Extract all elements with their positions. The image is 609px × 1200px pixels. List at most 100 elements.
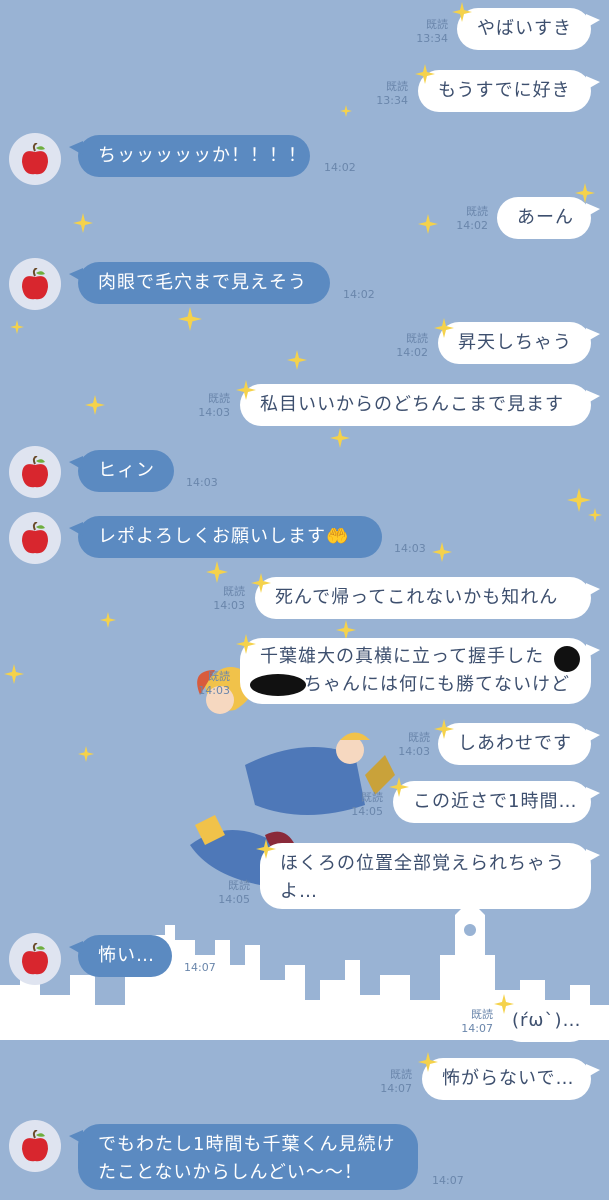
message-text: この近さで1時間… [413, 791, 578, 812]
message-meta: 既読 14:05 [333, 791, 383, 819]
sparkle-icon [494, 994, 514, 1014]
timestamp: 14:02 [324, 161, 356, 174]
sparkle-icon [256, 839, 276, 859]
message-bubble[interactable]: 私目いいからのどちんこまで見ます [240, 384, 600, 426]
sparkle-icon [415, 64, 435, 84]
message-received: ヒィン 14:03 [0, 446, 609, 498]
read-receipt: 既読 [406, 332, 428, 345]
message-text: 昇天しちゃう [458, 332, 572, 353]
message-text: 私目いいからのどちんこまで見ます [260, 394, 564, 415]
message-sent: 既読 13:34 もうすでに好き [0, 64, 609, 112]
message-text: レポよろしくお願いします🤲 [98, 526, 350, 547]
timestamp: 14:03 [394, 542, 426, 555]
message-text: もうすでに好き [438, 80, 571, 101]
timestamp: 14:07 [184, 961, 216, 974]
timestamp: 14:05 [218, 893, 250, 906]
read-receipt: 既読 [426, 18, 448, 31]
message-text: やばいすき [477, 18, 572, 39]
message-bubble[interactable]: ちッッッッッか！！！！ [69, 135, 310, 177]
message-bubble[interactable]: 肉眼で毛穴まで見えそう [69, 262, 330, 304]
sparkle-icon [434, 318, 454, 338]
message-text: (ŕωˋ)… [512, 1010, 582, 1031]
message-bubble[interactable]: ヒィン [69, 450, 174, 492]
redaction-scribble [554, 646, 580, 672]
message-meta: 既読 14:07 [443, 1008, 493, 1036]
timestamp: 14:02 [396, 346, 428, 359]
message-text-line: ちゃんには何にも勝てないけど [304, 674, 570, 695]
contact-avatar[interactable] [9, 512, 61, 564]
message-sent: 既読 13:34 やばいすき [0, 2, 609, 50]
sparkle-icon [434, 719, 454, 739]
message-sent: 既読 14:03 私目いいからのどちんこまで見ます [0, 380, 609, 426]
message-bubble[interactable]: 昇天しちゃう [438, 322, 600, 364]
message-bubble[interactable]: でもわたし1時間も千葉くん見続けたことないからしんどい〜〜！ [69, 1124, 418, 1190]
chat-view[interactable]: 既読 13:34 やばいすき 既読 13:34 もうすでに好き ちッッッッッか！… [0, 0, 609, 1200]
message-received: ちッッッッッか！！！！ 14:02 [0, 133, 609, 185]
message-bubble[interactable]: 怖い… [69, 935, 172, 977]
read-receipt: 既読 [471, 1008, 493, 1021]
apple-icon [22, 143, 48, 175]
apple-icon [22, 456, 48, 488]
apple-icon [22, 268, 48, 300]
message-meta: 既読 14:02 [440, 205, 488, 233]
message-sent: 既読 14:03 死んで帰ってこれないかも知れん [0, 573, 609, 619]
apple-icon [22, 1130, 48, 1162]
message-bubble[interactable]: やばいすき [457, 8, 600, 50]
read-receipt: 既読 [408, 731, 430, 744]
message-bubble[interactable]: 死んで帰ってこれないかも知れん [255, 577, 600, 619]
message-meta: 既読 14:03 [180, 392, 230, 420]
redaction-scribble [250, 674, 306, 696]
message-meta: 既読 14:05 [200, 879, 250, 907]
timestamp: 14:07 [380, 1082, 412, 1095]
timestamp: 14:05 [351, 805, 383, 818]
contact-avatar[interactable] [9, 1120, 61, 1172]
sparkle-icon [251, 573, 271, 593]
read-receipt: 既読 [386, 80, 408, 93]
message-meta: 既読 14:02 [378, 332, 428, 360]
timestamp: 14:02 [456, 219, 488, 232]
message-meta: 既読 13:34 [400, 18, 448, 46]
message-bubble[interactable]: 怖がらないで… [422, 1058, 600, 1100]
message-bubble[interactable]: ほくろの位置全部覚えられちゃうよ… [260, 843, 600, 909]
contact-avatar[interactable] [9, 933, 61, 985]
read-receipt: 既読 [208, 670, 230, 683]
sparkle-icon [330, 428, 350, 448]
message-bubble[interactable]: あーん [497, 197, 600, 239]
message-text: しあわせです [458, 733, 572, 754]
timestamp: 14:03 [398, 745, 430, 758]
message-sent: 既読 14:03 しあわせです [0, 719, 609, 765]
message-bubble[interactable]: もうすでに好き [418, 70, 600, 112]
timestamp: 13:34 [416, 32, 448, 45]
message-text: 死んで帰ってこれないかも知れん [275, 587, 559, 608]
message-text-line: 千葉雄大の真横に立って握手した [260, 646, 545, 667]
message-bubble[interactable]: この近さで1時間… [393, 781, 600, 823]
message-sent: 既読 14:02 あーん [0, 197, 609, 239]
message-bubble[interactable]: しあわせです [438, 723, 600, 765]
message-text: 怖い… [98, 945, 155, 966]
message-meta: 既読 14:07 [362, 1068, 412, 1096]
message-sent: 既読 14:07 (ŕωˋ)… [0, 994, 609, 1042]
message-text: ちッッッッッか！！！！ [98, 145, 307, 166]
read-receipt: 既読 [223, 585, 245, 598]
timestamp: 14:03 [198, 406, 230, 419]
contact-avatar[interactable] [9, 258, 61, 310]
message-text: 怖がらないで… [442, 1068, 575, 1089]
sparkle-icon [236, 380, 256, 400]
message-text: ほくろの位置全部覚えられちゃうよ… [280, 853, 565, 902]
contact-avatar[interactable] [9, 446, 61, 498]
message-sent: 既読 14:05 ほくろの位置全部覚えられちゃうよ… [0, 839, 609, 909]
message-sent: 既読 14:07 怖がらないで… [0, 1052, 609, 1100]
sparkle-icon [418, 1052, 438, 1072]
sparkle-icon [389, 777, 409, 797]
message-received: 肉眼で毛穴まで見えそう 14:02 [0, 258, 609, 310]
message-meta: 既読 13:34 [358, 80, 408, 108]
contact-avatar[interactable] [9, 133, 61, 185]
message-bubble[interactable]: レポよろしくお願いします🤲 [69, 516, 382, 558]
message-received: 怖い… 14:07 [0, 933, 609, 985]
timestamp: 14:07 [461, 1022, 493, 1035]
sparkle-icon [452, 2, 472, 22]
message-text: あーん [517, 207, 574, 228]
read-receipt: 既読 [390, 1068, 412, 1081]
sparkle-icon [236, 634, 256, 654]
message-received: でもわたし1時間も千葉くん見続けたことないからしんどい〜〜！ 14:07 [0, 1120, 609, 1190]
